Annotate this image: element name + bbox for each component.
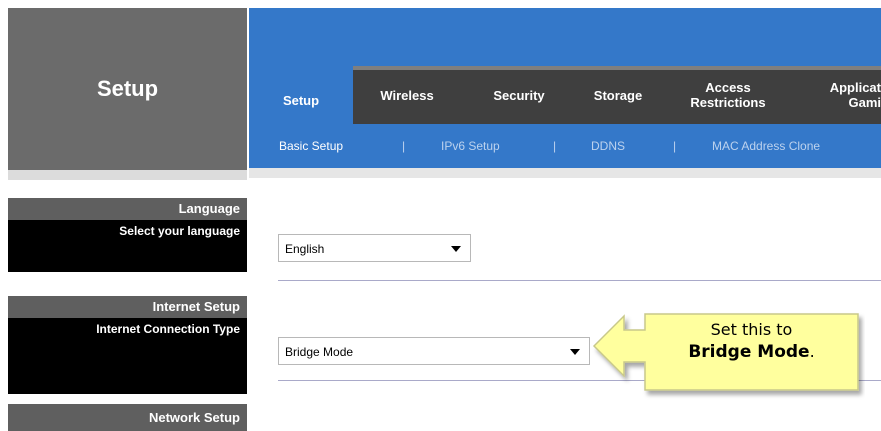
connection-type-value: Bridge Mode [285,345,354,359]
chevron-down-icon [451,246,461,252]
tab-security[interactable]: Security [469,66,569,124]
tab-setup[interactable]: Setup [249,76,353,124]
tab-app-line1: Applicat [829,80,881,95]
subnav-ddns[interactable]: DDNS [591,139,625,153]
callout-emphasis: Bridge Mode [688,342,810,362]
page-title: Setup [96,76,159,101]
callout-line2: Bridge Mode. [645,341,858,363]
section-heading-language: Language [8,198,247,220]
callout-note: Set this to Bridge Mode. [645,314,858,394]
chevron-down-icon [570,349,580,355]
subnav-basic-setup[interactable]: Basic Setup [279,139,343,153]
header-band [249,8,881,66]
tab-access-restrictions[interactable]: Access Restrictions [669,66,787,124]
connection-type-select[interactable]: Bridge Mode [278,337,590,365]
tab-wireless-label: Wireless [380,87,434,103]
section-heading-internet-setup: Internet Setup [8,296,247,318]
sidebar: Setup Language Select your language Inte… [8,8,247,431]
subnav-ipv6-setup[interactable]: IPv6 Setup [441,139,500,153]
tab-applications-gaming[interactable]: Applicat Gami [803,66,881,124]
divider-line [278,280,881,281]
subnav-separator: | [553,139,557,153]
section-label-language: Select your language [8,220,247,272]
section-label-connection-type: Internet Connection Type [8,318,247,394]
tab-wireless[interactable]: Wireless [357,66,457,124]
section-heading-network-setup: Network Setup [8,404,247,431]
sub-nav: Basic Setup | IPv6 Setup | DDNS | MAC Ad… [249,124,881,168]
subnav-separator: | [402,139,406,153]
main-nav: Setup Wireless Security Storage Access R… [249,66,881,124]
tab-storage[interactable]: Storage [575,66,661,124]
tab-security-label: Security [493,87,545,103]
language-select-value: English [285,242,325,256]
language-select[interactable]: English [278,234,471,262]
sidebar-divider [8,170,247,180]
subnav-mac-address-clone[interactable]: MAC Address Clone [712,139,820,153]
tab-app-line2: Gami [848,95,881,110]
sidebar-header: Setup [8,8,247,170]
callout-period: . [809,342,815,361]
tab-setup-label: Setup [282,92,320,108]
header-shadow [249,168,881,178]
tab-access-line2: Restrictions [690,95,766,110]
tab-storage-label: Storage [593,87,643,103]
tab-access-line1: Access [705,80,751,95]
subnav-separator: | [673,139,677,153]
callout-line1: Set this to [710,320,793,339]
